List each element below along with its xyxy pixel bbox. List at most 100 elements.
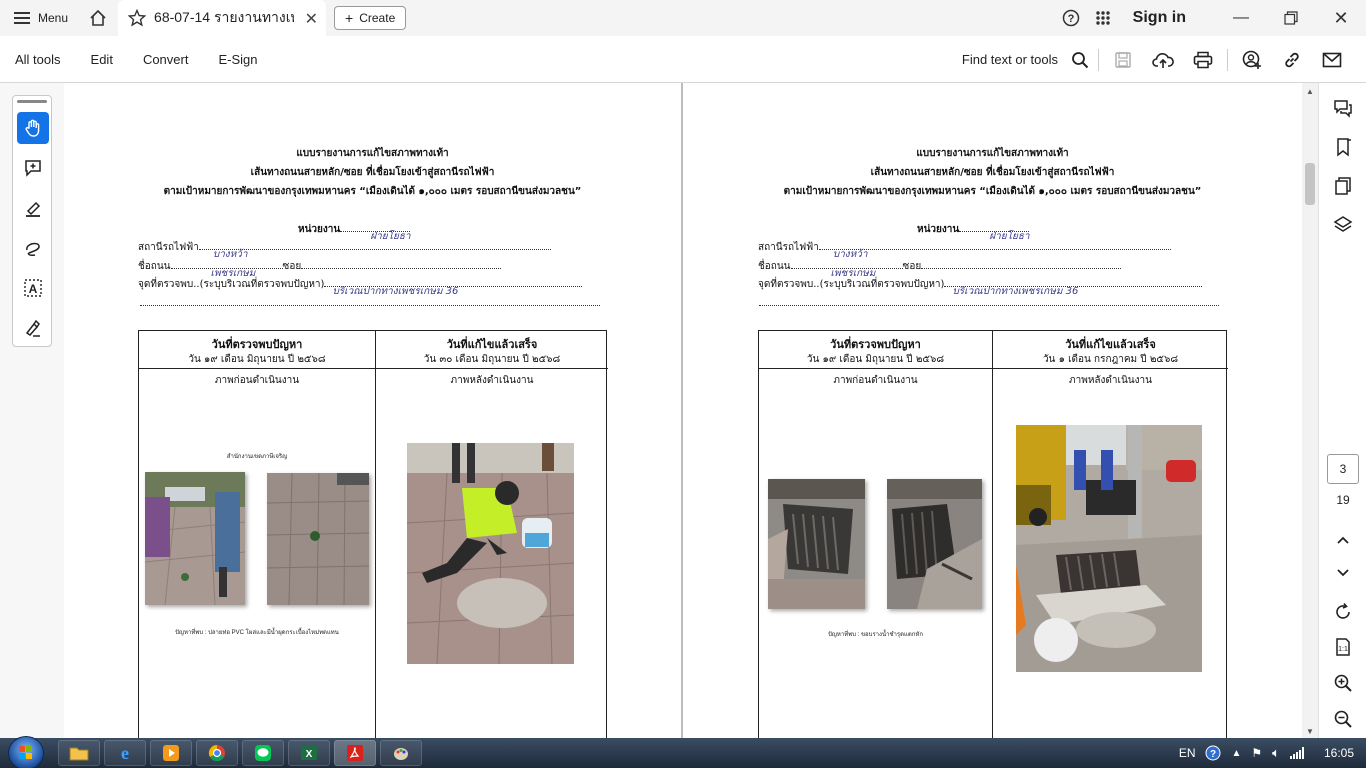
road-label: ชื่อถนน <box>758 261 791 272</box>
right-side-panel: 3 19 1:1 <box>1318 83 1366 738</box>
restore-icon <box>1284 11 1298 25</box>
share-with-people-button[interactable] <box>1232 36 1272 83</box>
save-button[interactable] <box>1103 36 1143 83</box>
bookmarks-panel-button[interactable] <box>1329 133 1357 161</box>
scroll-down-arrow-icon[interactable]: ▼ <box>1306 727 1314 736</box>
minimize-icon: — <box>1233 9 1249 26</box>
taskbar-chrome[interactable] <box>196 740 238 766</box>
volume-icon[interactable]: 🔈︎ <box>1272 745 1280 761</box>
find-tools-input[interactable]: Find text or tools <box>962 52 1066 67</box>
apps-grid-icon <box>1095 11 1110 25</box>
minimize-button[interactable]: — <box>1216 0 1266 36</box>
taskbar-explorer[interactable] <box>58 740 100 766</box>
flag-icon[interactable]: ⚑ <box>1251 746 1262 760</box>
unit-field: หน่วยงาน ฝ่ายโยธา <box>298 222 411 242</box>
current-page-input[interactable]: 3 <box>1327 454 1359 484</box>
add-comment-tool[interactable] <box>17 152 49 184</box>
hand-tool[interactable] <box>17 112 49 144</box>
home-button[interactable] <box>78 0 118 36</box>
zoom-in-button[interactable] <box>1329 669 1357 697</box>
fit-page-button[interactable]: 1:1 <box>1329 633 1357 661</box>
close-window-button[interactable]: ✕ <box>1316 0 1366 36</box>
pen-sign-icon <box>25 319 40 337</box>
next-page-button[interactable] <box>1329 559 1357 587</box>
unit-label: หน่วยงาน <box>917 224 960 235</box>
link-icon <box>1285 52 1299 67</box>
before-photo-label: ภาพก่อนดำเนินงาน <box>214 375 300 386</box>
fill-sign-tool[interactable] <box>17 312 49 344</box>
text-recognition-tool[interactable]: A <box>17 272 49 304</box>
apps-button[interactable] <box>1087 0 1119 36</box>
clock[interactable]: 16:05 <box>1314 746 1354 760</box>
document-viewport[interactable]: แบบรายงานการแก้ไขสภาพทางเท้า เส้นทางถนนส… <box>64 83 1302 738</box>
start-button[interactable] <box>8 736 44 768</box>
draw-tool[interactable] <box>17 232 49 264</box>
windows-taskbar: e X EN ? ▲ ⚑ 🔈︎ 16:05 <box>0 736 1366 768</box>
left-tools-rail: A <box>0 83 64 738</box>
signal-icon[interactable] <box>1289 747 1304 759</box>
pages-panel-button[interactable] <box>1329 172 1357 200</box>
media-player-icon <box>163 745 179 761</box>
report-title: แบบรายงานการแก้ไขสภาพทางเท้า <box>916 148 1069 159</box>
previous-page-button[interactable] <box>1329 526 1357 554</box>
all-tools-menu[interactable]: All tools <box>0 52 76 67</box>
blank-dotted-line <box>140 305 600 306</box>
internet-explorer-icon: e <box>121 742 129 763</box>
taskbar-acrobat[interactable] <box>334 740 376 766</box>
close-tab-icon[interactable]: ✕ <box>305 9 318 29</box>
table-row-divider <box>759 368 1228 369</box>
email-button[interactable] <box>1312 36 1352 83</box>
scroll-up-arrow-icon[interactable]: ▲ <box>1306 87 1314 96</box>
tray-overflow-icon[interactable]: ▲ <box>1231 748 1241 759</box>
document-tab[interactable]: 68-07-14 รายงานทางเท้... ✕ <box>118 0 327 36</box>
soi-label: ซอย <box>282 261 302 272</box>
spot-value: บริเวณปากทางเพชรเกษม 36 <box>332 286 459 297</box>
vertical-scrollbar[interactable]: ▲ ▼ <box>1302 83 1318 738</box>
svg-text:X: X <box>306 749 313 760</box>
help-button[interactable]: ? <box>1055 0 1087 36</box>
restore-button[interactable] <box>1266 0 1316 36</box>
comment-add-icon <box>25 160 41 177</box>
report-target: ตามเป้าหมายการพัฒนาของกรุงเทพมหานคร “เมื… <box>783 186 1202 197</box>
layers-panel-button[interactable] <box>1329 211 1357 239</box>
home-icon <box>90 9 106 26</box>
highlight-tool[interactable] <box>17 192 49 224</box>
copy-link-button[interactable] <box>1272 36 1312 83</box>
language-indicator[interactable]: EN <box>1179 746 1196 760</box>
taskbar-media-player[interactable] <box>150 740 192 766</box>
panel-grip[interactable] <box>17 100 47 103</box>
star-icon[interactable] <box>128 9 147 27</box>
zoom-out-button[interactable] <box>1329 705 1357 733</box>
search-button[interactable] <box>1066 36 1094 83</box>
after-photo <box>1016 425 1202 672</box>
help-tray-icon[interactable]: ? <box>1205 745 1221 761</box>
create-button[interactable]: + Create <box>334 6 407 30</box>
sign-in-button[interactable]: Sign in <box>1119 9 1216 27</box>
svg-text:?: ? <box>1067 13 1074 25</box>
rotate-icon <box>1336 602 1350 619</box>
rotate-button[interactable] <box>1329 598 1357 626</box>
close-icon: ✕ <box>1333 7 1349 28</box>
taskbar-paint[interactable] <box>380 740 422 766</box>
edit-menu[interactable]: Edit <box>76 52 128 67</box>
print-button[interactable] <box>1183 36 1223 83</box>
station-field: สถานีรถไฟฟ้า บางหว้า <box>138 240 551 260</box>
help-icon: ? <box>1062 9 1079 27</box>
comments-icon <box>1334 100 1352 118</box>
found-date-header: วันที่ตรวจพบปัญหา <box>211 338 303 351</box>
bookmark-icon <box>1337 138 1351 157</box>
taskbar-internet-explorer[interactable]: e <box>104 740 146 766</box>
text-select-icon: A <box>24 279 42 297</box>
upload-button[interactable] <box>1143 36 1183 83</box>
comments-panel-button[interactable] <box>1329 94 1357 122</box>
unit-label: หน่วยงาน <box>298 224 341 235</box>
scrollbar-thumb[interactable] <box>1305 163 1315 205</box>
station-field: สถานีรถไฟฟ้า บางหว้า <box>758 240 1171 260</box>
taskbar-excel[interactable]: X <box>288 740 330 766</box>
convert-menu[interactable]: Convert <box>128 52 204 67</box>
menu-button[interactable]: Menu <box>0 0 78 36</box>
table-column-divider <box>375 331 376 738</box>
windows-logo-icon <box>19 746 32 759</box>
taskbar-line[interactable] <box>242 740 284 766</box>
esign-menu[interactable]: E-Sign <box>203 52 272 67</box>
